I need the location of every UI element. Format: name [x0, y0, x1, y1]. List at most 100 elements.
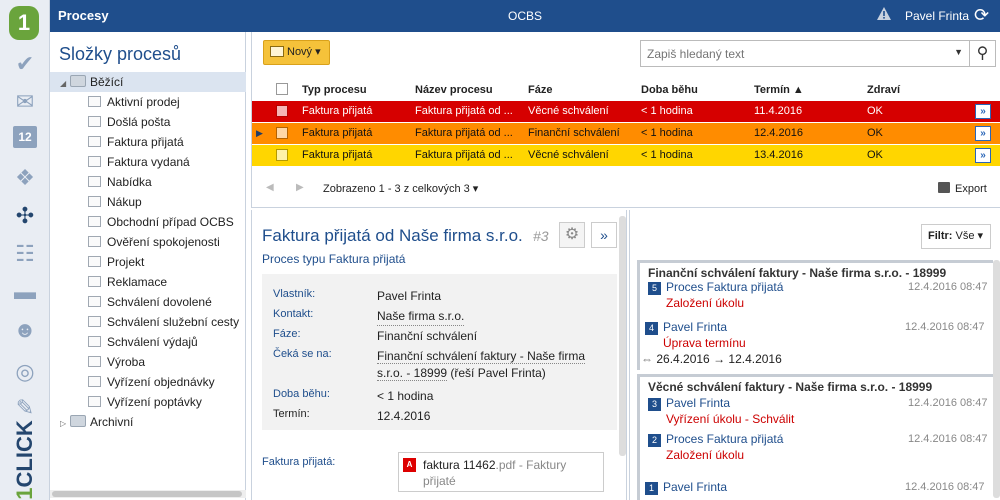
scrollbar-thumb[interactable]: [52, 491, 242, 497]
row-checkbox-cell[interactable]: [272, 99, 298, 122]
folder-doc-icon: [88, 296, 101, 307]
table-row[interactable]: Faktura přijatá Faktura přijatá od ... V…: [252, 99, 1000, 122]
vertical-scrollbar[interactable]: [993, 260, 1000, 498]
folder-item[interactable]: Faktura vydaná: [50, 152, 246, 172]
cell-type: Faktura přijatá: [298, 99, 411, 122]
top-bar: Procesy OCBS Pavel Frinta ⟳: [50, 0, 1000, 32]
folder-running[interactable]: ◢ Běžící: [50, 72, 246, 92]
folder-panel-title: Složky procesů: [59, 44, 182, 64]
history-author[interactable]: Proces Faktura přijatá: [666, 432, 783, 446]
folder-item[interactable]: Vyřízení objednávky: [50, 372, 246, 392]
prop-value[interactable]: Naše firma s.r.o.: [377, 308, 465, 326]
folder-item[interactable]: Došlá pošta: [50, 112, 246, 132]
attachment-file[interactable]: A faktura 11462.pdf - Faktury přijaté: [398, 452, 604, 492]
detail-subtitle[interactable]: Proces typu Faktura přijatá: [262, 252, 405, 266]
check-icon[interactable]: ✔: [11, 50, 39, 78]
folder-item[interactable]: Výroba: [50, 352, 246, 372]
export-button[interactable]: Export: [938, 182, 987, 195]
brand-logo: 1CLICK: [12, 420, 37, 500]
column-header-type[interactable]: Typ procesu: [298, 80, 411, 100]
folder-item[interactable]: Reklamace: [50, 272, 246, 292]
row-action-cell[interactable]: »: [971, 121, 1000, 144]
cell-phase: Věcné schválení: [524, 99, 637, 122]
column-header-duration[interactable]: Doba běhu: [637, 80, 750, 100]
gear-icon[interactable]: ⚙: [559, 222, 585, 248]
calendar-icon[interactable]: 12: [13, 126, 37, 148]
prev-page-icon[interactable]: ◀: [266, 182, 274, 193]
cell-phase: Věcné schválení: [524, 143, 637, 166]
folder-item[interactable]: Schválení služební cesty: [50, 312, 246, 332]
horizontal-scrollbar[interactable]: [50, 490, 246, 498]
cell-name: Faktura přijatá od ...: [411, 121, 524, 144]
folder-item[interactable]: Projekt: [50, 252, 246, 272]
folder-doc-icon: [88, 356, 101, 367]
row-action-cell[interactable]: »: [971, 143, 1000, 166]
new-button-label: Nový ▾: [287, 46, 321, 58]
column-header-health[interactable]: Zdraví: [863, 80, 971, 100]
folder-item[interactable]: Schválení výdajů: [50, 332, 246, 352]
people-icon[interactable]: ☻: [11, 316, 39, 344]
folder-doc-icon: [88, 396, 101, 407]
folder-item[interactable]: Schválení dovolené: [50, 292, 246, 312]
collapse-icon[interactable]: ▷: [60, 414, 70, 434]
expand-detail-icon[interactable]: »: [591, 222, 617, 248]
folder-item[interactable]: Nabídka: [50, 172, 246, 192]
help-icon[interactable]: ◎: [11, 358, 39, 386]
row-checkbox-cell[interactable]: [272, 143, 298, 166]
folder-item[interactable]: Faktura přijatá: [50, 132, 246, 152]
folder-item[interactable]: Ověření spokojenosti: [50, 232, 246, 252]
folder-label: Archivní: [90, 415, 134, 429]
folder-item[interactable]: Aktivní prodej: [50, 92, 246, 112]
folder-doc-icon: [88, 216, 101, 227]
folder-item-label: Vyřízení objednávky: [107, 375, 215, 389]
folder-archive[interactable]: ▷ Archivní: [50, 412, 246, 432]
open-detail-icon[interactable]: »: [975, 147, 991, 163]
app-rail: 1 ✔ ✉ 12 ❖ ✣ ☷ ▬ ☻ ◎ ✎ 1CLICK: [0, 0, 50, 500]
history-author[interactable]: Pavel Frinta: [663, 480, 727, 494]
pager-label[interactable]: Zobrazeno 1 - 3 z celkových 3 ▾: [323, 182, 478, 195]
column-header-phase[interactable]: Fáze: [524, 80, 637, 100]
row-checkbox[interactable]: [276, 148, 288, 161]
column-header-term[interactable]: Termín ▲: [750, 80, 863, 100]
new-button[interactable]: Nový ▾: [263, 40, 330, 65]
row-checkbox[interactable]: [276, 126, 288, 139]
filter-dropdown[interactable]: Filtr: Vše ▾: [921, 224, 991, 249]
folder-item[interactable]: Vyřízení poptávky: [50, 392, 246, 412]
history-author[interactable]: Proces Faktura přijatá: [666, 280, 783, 294]
folder-doc-icon: [88, 276, 101, 287]
checkbox[interactable]: [276, 83, 288, 96]
select-all-checkbox[interactable]: [272, 80, 298, 100]
table-row[interactable]: ▶ Faktura přijatá Faktura přijatá od ...…: [252, 121, 1000, 144]
process-icon[interactable]: ✣: [11, 202, 39, 230]
history-author[interactable]: Pavel Frinta: [666, 396, 730, 410]
folder-item[interactable]: Nákup: [50, 192, 246, 212]
tools-icon[interactable]: ✎: [11, 394, 39, 422]
folder-doc-icon: [88, 136, 101, 147]
table-row[interactable]: Faktura přijatá Faktura přijatá od ... V…: [252, 143, 1000, 166]
search-input[interactable]: [647, 45, 947, 63]
folder-item[interactable]: Obchodní případ OCBS: [50, 212, 246, 232]
search-dropdown-icon[interactable]: ▼: [954, 47, 963, 57]
folder-icon[interactable]: ▬: [11, 278, 39, 306]
search-button[interactable]: ⚲: [970, 40, 996, 67]
refresh-icon[interactable]: ⟳: [974, 6, 989, 24]
folder-item-label: Reklamace: [107, 275, 168, 289]
history-author[interactable]: Pavel Frinta: [663, 320, 727, 334]
org-icon[interactable]: ☷: [11, 240, 39, 268]
expand-icon[interactable]: ◢: [60, 74, 70, 94]
mail-icon[interactable]: ✉: [11, 88, 39, 116]
row-checkbox-cell[interactable]: [272, 121, 298, 144]
row-checkbox[interactable]: [276, 104, 288, 117]
app-logo[interactable]: 1: [9, 6, 39, 40]
folder-item-label: Schválení dovolené: [107, 295, 212, 309]
warning-icon[interactable]: [876, 6, 892, 22]
puzzle-icon[interactable]: ❖: [11, 164, 39, 192]
row-action-cell[interactable]: »: [971, 99, 1000, 122]
open-detail-icon[interactable]: »: [975, 125, 991, 141]
user-name[interactable]: Pavel Frinta: [905, 9, 969, 23]
next-page-icon[interactable]: ▶: [296, 182, 304, 193]
vertical-scrollbar[interactable]: [619, 216, 626, 456]
column-header-name[interactable]: Název procesu: [411, 80, 524, 100]
date-change-icon: ⇔: [641, 352, 657, 366]
open-detail-icon[interactable]: »: [975, 103, 991, 119]
